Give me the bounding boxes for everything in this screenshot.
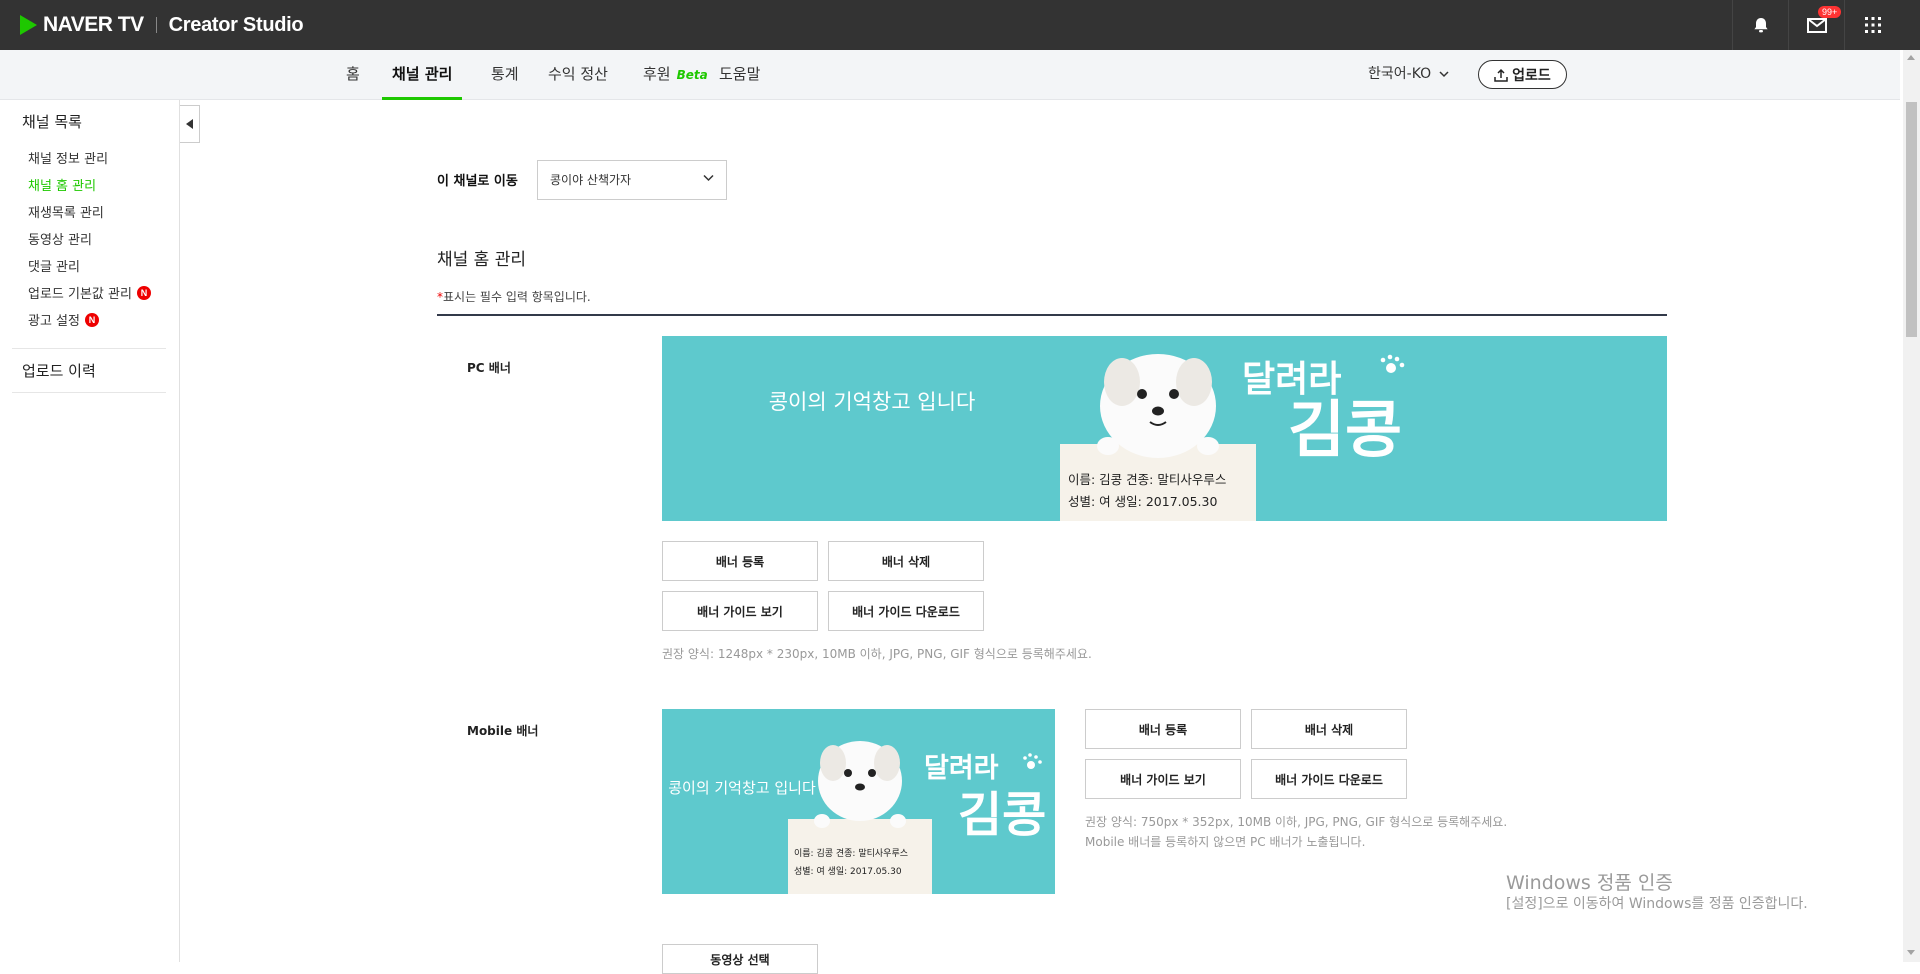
sidebar-item-label: 광고 설정: [28, 314, 80, 329]
apps-grid-icon: [1864, 17, 1881, 33]
sidebar-item-channel-home[interactable]: 채널 홈 관리: [28, 175, 96, 194]
sidebar-divider: [12, 392, 166, 393]
mobile-banner-register-button[interactable]: 배너 등록: [1085, 709, 1241, 749]
tab-statistics[interactable]: 통계: [491, 50, 519, 100]
mail-icon: [1806, 17, 1827, 33]
mail-button[interactable]: 99+: [1788, 0, 1844, 50]
upload-button[interactable]: 업로드: [1478, 60, 1567, 89]
scroll-up-arrow-icon[interactable]: [1907, 55, 1915, 60]
language-selector[interactable]: 한국어-KO: [1368, 50, 1449, 99]
windows-activation-title: Windows 정품 인증: [1506, 872, 1673, 894]
chevron-down-icon: [703, 174, 714, 182]
sidebar-item-label: 동영상 관리: [28, 233, 92, 248]
mobile-banner-delete-button[interactable]: 배너 삭제: [1251, 709, 1407, 749]
scroll-down-arrow-icon[interactable]: [1907, 950, 1915, 955]
tab-sponsorship[interactable]: 후원 Beta: [643, 50, 708, 100]
tab-sponsorship-label: 후원: [643, 65, 671, 83]
mobile-banner-label: Mobile 배너: [467, 724, 539, 738]
tab-home[interactable]: 홈: [346, 50, 360, 100]
sidebar: 채널 목록 채널 정보 관리 채널 홈 관리 재생목록 관리 동영상 관리 댓글…: [0, 100, 180, 962]
mobile-banner-guide-download-button[interactable]: 배너 가이드 다운로드: [1251, 759, 1407, 799]
banner-title-big: 김콩: [1288, 393, 1402, 466]
apps-button[interactable]: [1844, 0, 1900, 50]
windows-activation-note: [설정]으로 이동하여 Windows를 정품 인증합니다.: [1506, 896, 1808, 912]
banner-card-line1: 이름: 김콩 견종: 말티사우루스: [1068, 472, 1226, 487]
required-note-text: 표시는 필수 입력 항목입니다.: [443, 290, 591, 304]
sidebar-item-upload-history[interactable]: 업로드 이력: [22, 360, 96, 381]
top-bar: NAVER TV Creator Studio 99+: [0, 0, 1920, 50]
notification-count-badge: 99+: [1818, 6, 1842, 18]
mobile-banner-image: 콩이의 기억창고 입니다 이름: 김콩 견종: 말티사우루스 성별: 여 생일:…: [662, 709, 1055, 894]
tab-help[interactable]: 도움말: [719, 50, 760, 100]
play-logo-icon: [20, 15, 37, 35]
pc-banner-register-button[interactable]: 배너 등록: [662, 541, 818, 581]
pc-banner-guide-download-button[interactable]: 배너 가이드 다운로드: [828, 591, 984, 631]
logo-divider: [155, 17, 157, 33]
channel-list-title[interactable]: 채널 목록: [22, 111, 82, 132]
pc-banner-label: PC 배너: [467, 361, 511, 375]
naver-tv-logo[interactable]: NAVER TV Creator Studio: [20, 10, 304, 40]
banner-card-line2: 성별: 여 생일: 2017.05.30: [1068, 494, 1217, 509]
pc-banner-image: 콩이의 기억창고 입니다 이름: 김콩 견종: 말티사우루스 성별: 여 생일:…: [662, 336, 1667, 521]
sidebar-item-label: 댓글 관리: [28, 260, 80, 275]
upload-label: 업로드: [1512, 67, 1551, 84]
caret-left-icon: [185, 119, 193, 129]
tab-revenue[interactable]: 수익 정산: [548, 50, 608, 100]
pc-banner-artwork: 콩이의 기억창고 입니다 이름: 김콩 견종: 말티사우루스 성별: 여 생일:…: [662, 336, 1667, 521]
upload-icon: [1494, 68, 1508, 82]
beta-label: Beta: [676, 68, 708, 82]
sidebar-item-label: 재생목록 관리: [28, 206, 104, 221]
section-divider: [437, 314, 1667, 316]
sidebar-item-comments[interactable]: 댓글 관리: [28, 256, 80, 275]
new-badge: N: [84, 312, 99, 327]
channel-select[interactable]: 콩이야 산책가자: [537, 160, 727, 200]
page-scrollbar[interactable]: [1903, 50, 1920, 962]
banner-title-small: 달려라: [924, 753, 999, 784]
pc-banner-hint: 권장 양식: 1248px * 230px, 10MB 이하, JPG, PNG…: [662, 647, 1092, 661]
pc-banner-delete-button[interactable]: 배너 삭제: [828, 541, 984, 581]
mobile-banner-hint: 권장 양식: 750px * 352px, 10MB 이하, JPG, PNG,…: [1085, 815, 1508, 829]
sidebar-item-label: 업로드 기본값 관리: [28, 287, 132, 302]
mobile-banner-artwork: 콩이의 기억창고 입니다 이름: 김콩 견종: 말티사우루스 성별: 여 생일:…: [662, 709, 1055, 894]
studio-name: Creator Studio: [168, 13, 304, 36]
sidebar-item-playlists[interactable]: 재생목록 관리: [28, 202, 104, 221]
banner-caption: 콩이의 기억창고 입니다: [769, 390, 976, 414]
move-to-channel-label: 이 채널로 이동: [437, 174, 518, 189]
chevron-down-icon: [1439, 71, 1449, 78]
sidebar-collapse-button[interactable]: [180, 105, 200, 143]
channel-select-value: 콩이야 산책가자: [550, 173, 632, 187]
sidebar-item-label: 채널 정보 관리: [28, 152, 109, 167]
new-badge: N: [136, 285, 151, 300]
select-video-button[interactable]: 동영상 선택: [662, 944, 818, 974]
mobile-banner-guide-view-button[interactable]: 배너 가이드 보기: [1085, 759, 1241, 799]
sidebar-item-ad-settings[interactable]: 광고 설정 N: [28, 310, 99, 329]
notification-button[interactable]: [1732, 0, 1788, 50]
sidebar-item-channel-info[interactable]: 채널 정보 관리: [28, 148, 108, 167]
tab-channel-management[interactable]: 채널 관리: [382, 50, 463, 100]
sidebar-item-upload-defaults[interactable]: 업로드 기본값 관리 N: [28, 283, 151, 302]
banner-card-line2: 성별: 여 생일: 2017.05.30: [794, 865, 902, 877]
sidebar-item-label: 채널 홈 관리: [28, 179, 97, 194]
sidebar-item-videos[interactable]: 동영상 관리: [28, 229, 92, 248]
sidebar-divider: [12, 348, 166, 349]
banner-card-line1: 이름: 김콩 견종: 말티사우루스: [794, 847, 908, 859]
mobile-banner-fallback-note: Mobile 배너를 등록하지 않으면 PC 배너가 노출됩니다.: [1085, 835, 1366, 849]
page-title: 채널 홈 관리: [437, 250, 527, 270]
brand-name: NAVER TV: [43, 13, 144, 36]
bell-icon: [1753, 18, 1768, 33]
pc-banner-guide-view-button[interactable]: 배너 가이드 보기: [662, 591, 818, 631]
language-label: 한국어-KO: [1368, 66, 1432, 82]
scrollbar-thumb[interactable]: [1906, 102, 1917, 337]
main-nav: 홈 채널 관리 통계 수익 정산 후원 Beta 도움말 한국어-KO 업로드: [0, 50, 1900, 100]
banner-title-big: 김콩: [958, 787, 1046, 843]
required-note: *표시는 필수 입력 항목입니다.: [437, 288, 591, 305]
banner-caption: 콩이의 기억창고 입니다: [668, 779, 816, 797]
